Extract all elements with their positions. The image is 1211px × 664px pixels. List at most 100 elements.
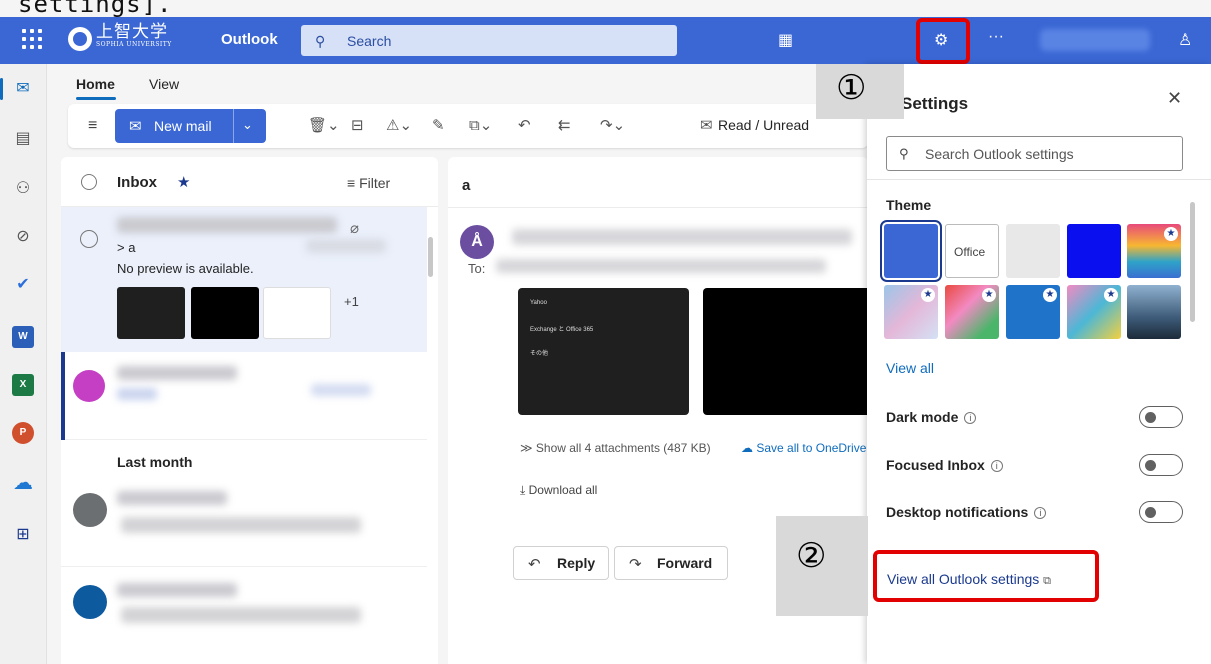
onedrive-icon[interactable]: ☁	[12, 472, 34, 494]
search-icon: ⚲	[899, 146, 909, 161]
more-apps-icon[interactable]: ⊞	[12, 524, 34, 546]
theme-tile-selected[interactable]	[880, 220, 942, 282]
tab-home-underline	[76, 97, 116, 100]
show-all-attachments-link[interactable]: ≫ Show all 4 attachments (487 KB)	[520, 441, 711, 455]
star-icon: ★	[1164, 227, 1178, 241]
collapse-nav-icon[interactable]: ≡	[88, 117, 97, 135]
rail-selection-indicator	[0, 78, 3, 100]
view-all-settings-highlight	[873, 550, 1099, 602]
list-scrollbar[interactable]	[427, 207, 435, 664]
ribbon-toolbar: ≡ ✉ New mail ⌄ 🗑⌄ ⊟ ⚠⌄ ✎ ⧉⌄ ↶ ⇇ ↷⌄ ✉ Rea…	[68, 104, 868, 148]
theme-tile[interactable]: ★	[884, 285, 938, 339]
info-icon[interactable]: i	[1034, 507, 1047, 519]
message-preview: No preview is available.	[117, 261, 254, 276]
caption-text: settings].	[18, 0, 173, 18]
sender-avatar: Å	[460, 225, 494, 259]
theme-tile[interactable]: ★	[1067, 285, 1121, 339]
read-unread-button[interactable]: Read / Unread	[718, 117, 809, 133]
search-input[interactable]: ⚲ Search	[301, 25, 677, 56]
top-bar: 上智大学 SOPHIA UNIVERSITY Outlook ⚲ Search …	[0, 17, 1211, 64]
theme-tile[interactable]	[1067, 224, 1121, 278]
attachment-icon[interactable]: ⊘	[12, 226, 34, 248]
message-list: Inbox ★ ≡ Filter ⌀ > a No preview is ava…	[61, 157, 438, 664]
focused-inbox-toggle[interactable]	[1139, 454, 1183, 476]
move-to-icon[interactable]: ⧉⌄	[469, 116, 492, 134]
tab-view[interactable]: View	[149, 76, 179, 92]
theme-tile[interactable]: ★	[1006, 285, 1060, 339]
settings-scrollbar[interactable]	[1187, 180, 1197, 560]
powerpoint-icon[interactable]: P	[12, 422, 34, 444]
todo-check-icon[interactable]: ✔	[12, 274, 34, 296]
sweep-icon[interactable]: ✎	[432, 116, 445, 134]
list-item[interactable]	[61, 479, 427, 567]
settings-search-input[interactable]: ⚲ Search Outlook settings	[886, 136, 1183, 171]
star-icon: ★	[982, 288, 996, 302]
view-all-themes-link[interactable]: View all	[886, 360, 934, 376]
info-icon[interactable]: i	[964, 412, 977, 424]
avatar	[73, 370, 105, 402]
more-options-icon[interactable]: ···	[988, 28, 1004, 46]
star-icon: ★	[1104, 288, 1118, 302]
tab-home[interactable]: Home	[76, 76, 115, 92]
reply-button[interactable]: ↶ Reply	[513, 546, 609, 580]
close-icon[interactable]: ✕	[1167, 88, 1182, 109]
info-icon[interactable]: i	[990, 460, 1003, 472]
reply-arrow-icon: ↶	[528, 556, 541, 573]
theme-tile[interactable]	[1127, 285, 1181, 339]
attachment-preview[interactable]	[703, 288, 868, 415]
university-seal-icon	[68, 27, 92, 51]
avatar	[73, 493, 107, 527]
forward-icon[interactable]: ↷⌄	[600, 116, 625, 134]
app-launcher-icon[interactable]	[22, 29, 42, 49]
star-icon: ★	[921, 288, 935, 302]
list-item[interactable]	[61, 567, 427, 664]
archive-icon[interactable]: ⊟	[351, 116, 364, 134]
mail-icon[interactable]: ✉	[12, 78, 34, 100]
chevron-down-icon[interactable]: ⌄	[242, 117, 253, 133]
account-avatar-icon[interactable]: ♙	[1178, 30, 1192, 50]
forward-button[interactable]: ↷ Forward	[614, 546, 728, 580]
message-checkbox[interactable]	[80, 230, 98, 248]
list-item[interactable]: ⌀ > a No preview is available. +1	[61, 207, 427, 352]
dark-mode-label: Dark mode i	[886, 409, 977, 425]
filter-button[interactable]: ≡ Filter	[347, 175, 390, 191]
message-subject: > a	[117, 240, 136, 255]
theme-heading: Theme	[886, 197, 932, 213]
attachment-thumbnail[interactable]	[191, 287, 259, 339]
select-all-checkbox[interactable]	[81, 174, 97, 190]
theme-tile[interactable]: ★	[945, 285, 999, 339]
calendar-icon[interactable]: ▤	[12, 128, 34, 150]
settings-highlight-box	[916, 18, 970, 64]
people-icon[interactable]: ⚇	[12, 178, 34, 200]
list-item[interactable]	[61, 352, 427, 440]
report-icon[interactable]: ⚠⌄	[386, 116, 412, 134]
envelope-icon: ✉	[129, 118, 142, 135]
download-all-link[interactable]: ⤓ Download all	[520, 483, 597, 498]
save-all-onedrive-link[interactable]: ☁ Save all to OneDrive	[741, 441, 866, 455]
attachment-thumbnail[interactable]	[117, 287, 185, 339]
word-icon[interactable]: W	[12, 326, 34, 348]
desktop-notifications-toggle[interactable]	[1139, 501, 1183, 523]
theme-tile[interactable]	[1006, 224, 1060, 278]
new-mail-button[interactable]: ✉ New mail ⌄	[115, 109, 266, 143]
group-header: Last month	[117, 454, 193, 470]
theme-tile[interactable]: ★	[1127, 224, 1181, 278]
desktop-notifications-label: Desktop notifications i	[886, 504, 1047, 520]
focused-inbox-label: Focused Inbox i	[886, 457, 1003, 473]
attachment-thumbnail[interactable]	[263, 287, 331, 339]
sender-blurred	[117, 217, 337, 233]
search-icon: ⚲	[315, 33, 326, 49]
excel-icon[interactable]: X	[12, 374, 34, 396]
delete-icon[interactable]: 🗑⌄	[308, 116, 340, 134]
account-name-blurred	[1040, 29, 1150, 51]
dark-mode-toggle[interactable]	[1139, 406, 1183, 428]
reply-icon[interactable]: ↶	[518, 116, 531, 134]
app-name[interactable]: Outlook	[221, 31, 278, 48]
favorite-star-icon[interactable]: ★	[177, 173, 190, 191]
reply-all-icon[interactable]: ⇇	[558, 116, 571, 134]
theme-tile-office[interactable]: Office	[945, 224, 999, 278]
read-unread-icon: ✉	[700, 117, 713, 134]
office-apps-icon[interactable]: ▦	[778, 30, 793, 50]
attachment-preview[interactable]: Yahoo Exchange と Office 365 その他	[518, 288, 689, 415]
settings-search-placeholder: Search Outlook settings	[925, 146, 1074, 162]
